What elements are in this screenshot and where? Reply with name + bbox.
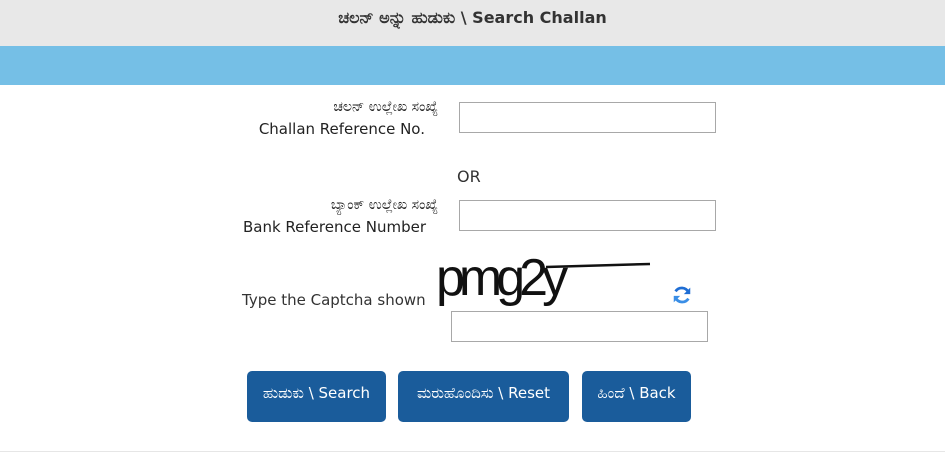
bank-ref-label: ಬ್ಯಾಂಕ್ ಉಲ್ಲೇಖ ಸಂಖ್ಯೆ Bank Reference Num… xyxy=(230,194,438,238)
or-separator: OR xyxy=(457,167,481,186)
bank-ref-label-kn: ಬ್ಯಾಂಕ್ ಉಲ್ಲೇಖ ಸಂಖ್ಯೆ xyxy=(330,197,438,213)
challan-ref-label-kn: ಚಲನ್ ಉಲ್ಲೇಖ ಸಂಖ್ಯೆ xyxy=(333,99,438,115)
search-button[interactable]: ಹುಡುಕು \ Search xyxy=(247,371,386,422)
captcha-input[interactable] xyxy=(451,311,708,342)
captcha-text: pmg2y xyxy=(436,249,568,307)
challan-ref-label: ಚಲನ್ ಉಲ್ಲೇಖ ಸಂಖ್ಯೆ Challan Reference No. xyxy=(240,96,438,140)
challan-ref-input[interactable] xyxy=(459,102,716,133)
challan-ref-label-en: Challan Reference No. xyxy=(258,120,425,138)
captcha-image: pmg2y xyxy=(436,249,651,307)
refresh-icon[interactable] xyxy=(671,284,693,306)
search-challan-page: ಚಲನ್ ಅನ್ನು ಹುಡುಕು \ Search Challan ಚಲನ್ … xyxy=(0,0,945,475)
header-bar: ಚಲನ್ ಅನ್ನು ಹುಡುಕು \ Search Challan xyxy=(0,0,945,46)
banner-strip xyxy=(0,46,945,85)
bank-ref-input[interactable] xyxy=(459,200,716,231)
page-title: ಚಲನ್ ಅನ್ನು ಹುಡುಕು \ Search Challan xyxy=(338,8,607,27)
bank-ref-label-en: Bank Reference Number xyxy=(242,218,426,236)
reset-button[interactable]: ಮರುಹೊಂದಿಸು \ Reset xyxy=(398,371,569,422)
bottom-divider xyxy=(0,451,945,452)
captcha-label: Type the Captcha shown xyxy=(242,291,426,309)
back-button[interactable]: ಹಿಂದೆ \ Back xyxy=(582,371,691,422)
